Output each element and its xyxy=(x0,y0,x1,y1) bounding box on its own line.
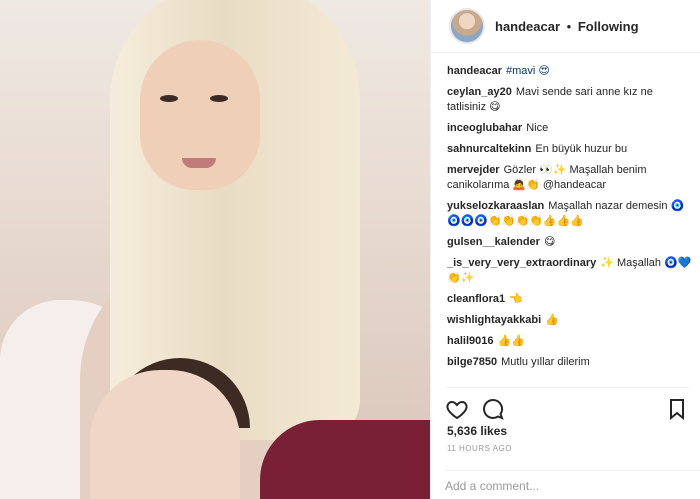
comment-text: 😋 xyxy=(543,236,556,248)
add-comment-input[interactable]: Add a comment... xyxy=(445,470,700,493)
following-label[interactable]: Following xyxy=(578,19,639,34)
comment-username[interactable]: inceoglubahar xyxy=(447,122,522,134)
comment-item: yukselozkaraaslan Maşallah nazar demesin … xyxy=(447,199,693,229)
comment-username[interactable]: cleanflora1 xyxy=(447,293,505,305)
header-username[interactable]: handeacar xyxy=(495,19,560,34)
comment-text: En büyük huzur bu xyxy=(535,143,628,155)
comment-icon[interactable] xyxy=(481,397,505,421)
comment-item: cleanflora1 👈 xyxy=(447,292,693,307)
comment-username[interactable]: wishlightayakkabi xyxy=(447,314,541,326)
maroon-cloth-shape xyxy=(260,420,430,499)
post-photo[interactable] xyxy=(0,0,430,499)
header-text: handeacar • Following xyxy=(495,19,639,34)
comment-item: inceoglubahar Nice xyxy=(447,121,693,136)
post-sidebar: handeacar • Following handeacar #mavi 😍 c… xyxy=(430,0,700,499)
separator-dot: • xyxy=(566,18,572,34)
timestamp: 11 HOURS AGO xyxy=(447,444,512,453)
avatar[interactable] xyxy=(449,8,485,44)
comment-item: handeacar #mavi 😍 xyxy=(447,64,693,79)
comment-text: 👈 xyxy=(509,293,523,305)
comment-text: 👍 xyxy=(545,314,559,326)
comment-username[interactable]: mervejder xyxy=(447,164,500,176)
comment-username[interactable]: yukselozkaraaslan xyxy=(447,200,544,212)
comment-username[interactable]: halil9016 xyxy=(447,335,493,347)
bookmark-icon[interactable] xyxy=(665,397,689,421)
comment-item: ceylan_ay20 Mavi sende sari anne kız ne t… xyxy=(447,85,693,115)
comment-username[interactable]: ceylan_ay20 xyxy=(447,86,512,98)
comment-item: _is_very_very_extraordinary ✨ Maşallah 🧿💙… xyxy=(447,256,693,286)
comment-text: #mavi 😍 xyxy=(506,65,550,77)
child-face-shape xyxy=(90,370,240,499)
comment-username[interactable]: _is_very_very_extraordinary xyxy=(447,257,596,269)
right-eye xyxy=(210,95,228,102)
comment-username[interactable]: bilge7850 xyxy=(447,356,497,368)
comment-item: wishlightayakkabi 👍 xyxy=(447,313,693,328)
comment-item: halil9016 👍👍 xyxy=(447,334,693,349)
comment-username[interactable]: sahnurcaltekinn xyxy=(447,143,531,155)
comment-item: mervejder Gözler 👀✨ Maşallah benim caniko… xyxy=(447,163,693,193)
comment-item: bilge7850 Mutlu yıllar dilerim xyxy=(447,355,693,370)
action-bar xyxy=(445,387,689,424)
heart-icon[interactable] xyxy=(445,397,469,421)
likes-count[interactable]: 5,636 likes xyxy=(447,424,507,438)
comment-item: gulsen__kalender 😋 xyxy=(447,235,693,250)
lips xyxy=(182,158,216,168)
left-eye xyxy=(160,95,178,102)
comment-username[interactable]: gulsen__kalender xyxy=(447,236,540,248)
comment-text: 👍👍 xyxy=(497,335,525,347)
post-header: handeacar • Following xyxy=(431,0,700,53)
comment-username[interactable]: handeacar xyxy=(447,65,502,77)
comment-text: Nice xyxy=(526,122,549,134)
comment-item: sahnurcaltekinn En büyük huzur bu xyxy=(447,142,693,157)
comment-text: Mutlu yıllar dilerim xyxy=(501,356,590,368)
comments-list[interactable]: handeacar #mavi 😍 ceylan_ay20 Mavi sende s… xyxy=(447,64,693,382)
instagram-post-frame: handeacar • Following handeacar #mavi 😍 c… xyxy=(0,0,700,499)
